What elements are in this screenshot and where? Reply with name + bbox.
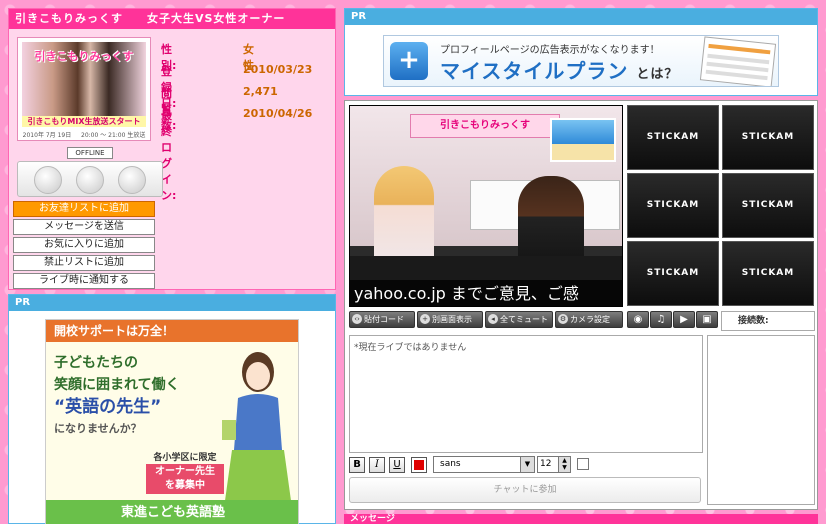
mystyle-plan-ad[interactable]: + プロフィールページの広告表示がなくなります！ マイスタイルプラン とは？ (383, 35, 779, 87)
video-caption: yahoo.co.jp までご意見、ご感 (350, 280, 622, 306)
button-label: 全てミュート (500, 315, 548, 324)
ad-line: 笑顔に囲まれて働く (54, 377, 180, 393)
pr-panel-left: PR 開校サポートは万全！ 子どもたちの 笑顔に囲まれて働く “英語の先生” に… (8, 294, 336, 524)
teacher-illustration (222, 352, 292, 508)
viewer-count: 接続数: (721, 311, 815, 331)
cam-slot[interactable]: STICKAM (722, 105, 814, 170)
ad-top-text: 開校サポートは万全！ (46, 320, 298, 342)
pr-header: PR (345, 9, 817, 25)
avatar-banner: 引きこもりMIX生放送スタート (22, 116, 146, 127)
size-value: 12 (540, 459, 552, 469)
ad-owner-line: を募集中 (165, 480, 205, 491)
field-value: 2010/03/23 (243, 63, 313, 76)
camera-icon[interactable]: ▣ (696, 311, 718, 328)
ad-owner-line: オーナー先生 (155, 466, 215, 477)
pr-panel-right: PR + プロフィールページの広告表示がなくなります！ マイスタイルプラン とは… (344, 8, 818, 96)
button-label: 別画面表示 (432, 315, 472, 324)
page-thumbnail-icon (699, 36, 777, 86)
avatar-title: 引きこもりみっくす (34, 50, 134, 63)
pr-header: PR (9, 295, 335, 311)
field-value: 2010/04/26 (243, 107, 313, 120)
ad-owner-box: オーナー先生 を募集中 (146, 464, 224, 494)
ad-line: 子どもたちの (54, 355, 138, 371)
music-icon[interactable]: ♫ (650, 311, 672, 328)
font-select[interactable]: sans ▼ (433, 456, 535, 473)
underline-button[interactable]: U (389, 457, 405, 473)
notify-live-button[interactable]: ライブ時に通知する (13, 273, 155, 289)
status-circle-icon (34, 166, 62, 194)
ad-headline: マイスタイルプラン とは？ (440, 55, 678, 84)
speaker-icon: ◂ (488, 314, 498, 324)
plus-icon: + (390, 42, 428, 80)
font-value: sans (440, 459, 461, 469)
ad-footer: 東進こども英語塾 (46, 500, 298, 524)
add-friend-button[interactable]: お友達リストに追加 (13, 201, 155, 217)
message-section-header: メッセージ (344, 514, 818, 524)
cam-slot[interactable]: STICKAM (722, 173, 814, 238)
video-beach-poster (550, 118, 616, 162)
camera-settings-button[interactable]: ⚙ カメラ設定 (555, 311, 623, 328)
cam-slot[interactable]: STICKAM (627, 173, 719, 238)
viewer-list[interactable] (707, 335, 815, 505)
ad-headline-suffix: とは？ (636, 67, 679, 82)
cam-slot[interactable]: STICKAM (627, 241, 719, 306)
english-school-ad[interactable]: 開校サポートは万全！ 子どもたちの 笑顔に囲まれて働く “英語の先生” になりま… (45, 319, 299, 524)
popout-button[interactable]: + 別画面表示 (417, 311, 483, 328)
button-label: 貼付コード (364, 315, 404, 324)
ad-line: “英語の先生” (54, 397, 162, 417)
live-panel: 引きこもりみっくす yahoo.co.jp までご意見、ご感 STICKAM S… (344, 100, 818, 510)
main-video[interactable]: 引きこもりみっくす yahoo.co.jp までご意見、ご感 (349, 105, 623, 307)
gear-icon: ⚙ (558, 314, 568, 324)
cam-slot[interactable]: STICKAM (722, 241, 814, 306)
ad-headline-text: マイスタイルプラン (440, 59, 629, 83)
ad-copy: 子どもたちの 笑顔に囲まれて働く “英語の先生” になりませんか？ (54, 352, 224, 440)
video-poster: 引きこもりみっくす (410, 114, 560, 138)
join-chat-button[interactable]: チャットに参加 (349, 477, 701, 503)
field-value: 2,471 (243, 85, 278, 98)
cam-slot[interactable]: STICKAM (627, 105, 719, 170)
ad-line: になりませんか？ (54, 422, 142, 435)
italic-button[interactable]: I (369, 457, 385, 473)
status-badge: OFFLINE (67, 147, 113, 159)
chevron-down-icon: ▼ (520, 457, 534, 472)
video-icon[interactable]: ▶ (673, 311, 695, 328)
profile-title: 引きこもりみっくす 女子大生VS女性オーナー (9, 9, 335, 29)
mute-all-button[interactable]: ◂ 全てミュート (485, 311, 553, 328)
option-checkbox[interactable] (577, 458, 589, 470)
status-circle-icon (118, 166, 146, 194)
record-icon[interactable]: ◉ (627, 311, 649, 328)
code-icon: ‹› (352, 314, 362, 324)
ad-line: プロフィールページの広告表示がなくなります！ (440, 45, 660, 56)
avatar-date: 2010年 7月 19日 20:00 〜 21:00 生放送決定！ (22, 132, 146, 139)
zoom-icon: + (420, 314, 430, 324)
stepper-arrows-icon: ▲ ▼ (558, 457, 570, 472)
field-label: 最終ログイン: (161, 109, 177, 202)
status-indicator (17, 161, 163, 197)
chat-log[interactable]: *現在ライブではありません (349, 335, 703, 453)
font-size-stepper[interactable]: 12 ▲ ▼ (537, 456, 571, 473)
profile-panel: 引きこもりみっくす 女子大生VS女性オーナー 引きこもりみっくす 引きこもりMI… (8, 8, 336, 290)
text-color-picker[interactable] (411, 457, 427, 473)
add-block-button[interactable]: 禁止リストに追加 (13, 255, 155, 271)
status-circle-icon (76, 166, 104, 194)
video-desk (350, 256, 622, 280)
color-swatch-icon (414, 460, 424, 470)
button-label: カメラ設定 (570, 315, 610, 324)
add-favorite-button[interactable]: お気に入りに追加 (13, 237, 155, 253)
bold-button[interactable]: B (349, 457, 365, 473)
send-message-button[interactable]: メッセージを送信 (13, 219, 155, 235)
profile-avatar[interactable]: 引きこもりみっくす 引きこもりMIX生放送スタート 2010年 7月 19日 2… (17, 37, 151, 141)
embed-code-button[interactable]: ‹› 貼付コード (349, 311, 415, 328)
